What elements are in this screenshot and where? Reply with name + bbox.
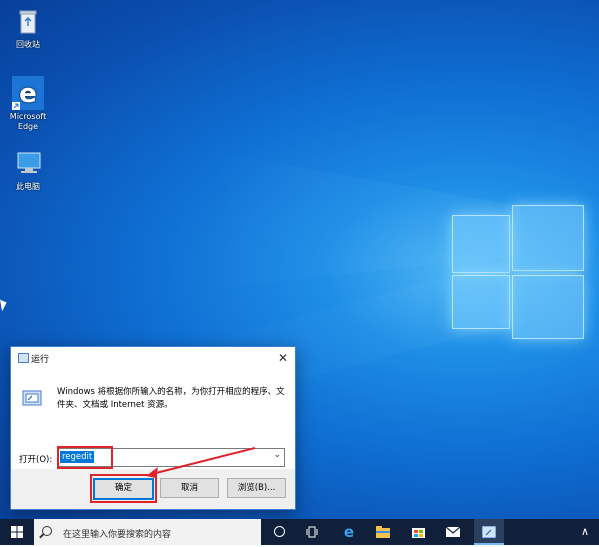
cortana-button[interactable]: [264, 519, 294, 545]
search-placeholder: 在这里输入你要搜索的内容: [63, 530, 172, 540]
cortana-icon: [273, 526, 285, 537]
file-explorer-button[interactable]: [368, 519, 398, 545]
search-icon: [42, 526, 52, 536]
edge-icon: e: [343, 523, 355, 541]
mail-button[interactable]: [438, 519, 468, 545]
taskbar: 在这里输入你要搜索的内容 e ∧: [0, 519, 599, 545]
tray-chevron[interactable]: ∧: [570, 519, 599, 545]
windows-start-icon: [11, 526, 23, 538]
task-view-button[interactable]: [297, 519, 327, 545]
task-view-icon: [306, 526, 318, 538]
taskbar-search-box[interactable]: 在这里输入你要搜索的内容: [34, 519, 261, 545]
store-button[interactable]: [403, 519, 433, 545]
taskbar-edge-button[interactable]: e: [334, 519, 364, 545]
run-taskbar-button[interactable]: [474, 519, 504, 545]
run-icon: [481, 525, 497, 539]
start-button[interactable]: [2, 519, 32, 545]
annotation-arrow: [146, 447, 256, 478]
store-icon: [411, 528, 425, 538]
mail-icon: [445, 526, 461, 537]
folder-icon: [376, 526, 390, 538]
